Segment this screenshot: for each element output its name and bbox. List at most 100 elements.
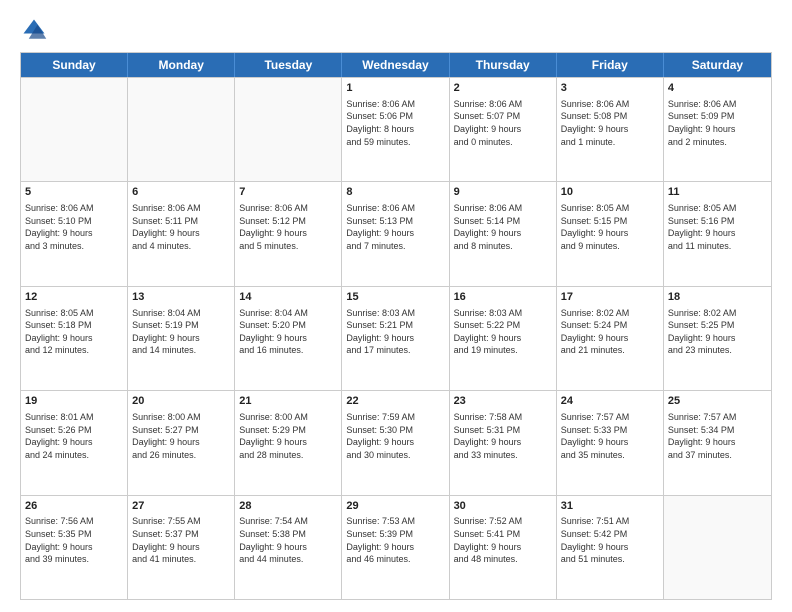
day-number: 4	[668, 81, 767, 96]
calendar-cell: 27Sunrise: 7:55 AMSunset: 5:37 PMDayligh…	[128, 496, 235, 599]
cell-info: Sunrise: 8:00 AMSunset: 5:27 PMDaylight:…	[132, 411, 230, 461]
calendar-cell: 3 Sunrise: 8:06 AMSunset: 5:08 PMDaylight…	[557, 78, 664, 181]
weekday-header-sunday: Sunday	[21, 53, 128, 77]
calendar-cell: 10 Sunrise: 8:05 AMSunset: 5:15 PMDayligh…	[557, 182, 664, 285]
calendar-cell	[235, 78, 342, 181]
day-number: 12	[25, 290, 123, 305]
day-number: 11	[668, 185, 767, 200]
calendar-cell	[664, 496, 771, 599]
day-number: 18	[668, 290, 767, 305]
day-number: 26	[25, 499, 123, 514]
day-number: 25	[668, 394, 767, 409]
calendar-cell: 23 Sunrise: 7:58 AMSunset: 5:31 PMDayligh…	[450, 391, 557, 494]
cell-info: Sunrise: 8:06 AMSunset: 5:06 PMDaylight:…	[346, 98, 444, 148]
day-number: 1	[346, 81, 444, 96]
day-number: 24	[561, 394, 659, 409]
calendar-cell: 13 Sunrise: 8:04 AMSunset: 5:19 PMDayligh…	[128, 287, 235, 390]
calendar-row-3: 19 Sunrise: 8:01 AMSunset: 5:26 PMDayligh…	[21, 390, 771, 494]
day-number: 2	[454, 81, 552, 96]
day-number: 29	[346, 499, 444, 514]
cell-info: Sunrise: 8:04 AMSunset: 5:20 PMDaylight:…	[239, 307, 337, 357]
calendar-cell: 5 Sunrise: 8:06 AMSunset: 5:10 PMDaylight…	[21, 182, 128, 285]
cell-info: Sunrise: 8:05 AMSunset: 5:15 PMDaylight:…	[561, 202, 659, 252]
weekday-header-tuesday: Tuesday	[235, 53, 342, 77]
cell-info: Sunrise: 8:06 AMSunset: 5:14 PMDaylight:…	[454, 202, 552, 252]
calendar-cell: 9 Sunrise: 8:06 AMSunset: 5:14 PMDaylight…	[450, 182, 557, 285]
cell-info: Sunrise: 7:53 AMSunset: 5:39 PMDaylight:…	[346, 515, 444, 565]
cell-info: Sunrise: 7:57 AMSunset: 5:33 PMDaylight:…	[561, 411, 659, 461]
weekday-header-friday: Friday	[557, 53, 664, 77]
day-number: 20	[132, 394, 230, 409]
cell-info: Sunrise: 8:01 AMSunset: 5:26 PMDaylight:…	[25, 411, 123, 461]
day-number: 30	[454, 499, 552, 514]
weekday-header-monday: Monday	[128, 53, 235, 77]
cell-info: Sunrise: 7:52 AMSunset: 5:41 PMDaylight:…	[454, 515, 552, 565]
calendar-cell: 11 Sunrise: 8:05 AMSunset: 5:16 PMDayligh…	[664, 182, 771, 285]
cell-info: Sunrise: 7:54 AMSunset: 5:38 PMDaylight:…	[239, 515, 337, 565]
day-number: 21	[239, 394, 337, 409]
calendar: SundayMondayTuesdayWednesdayThursdayFrid…	[20, 52, 772, 600]
day-number: 6	[132, 185, 230, 200]
day-number: 7	[239, 185, 337, 200]
day-number: 3	[561, 81, 659, 96]
cell-info: Sunrise: 8:02 AMSunset: 5:25 PMDaylight:…	[668, 307, 767, 357]
calendar-header-row: SundayMondayTuesdayWednesdayThursdayFrid…	[21, 53, 771, 77]
calendar-cell	[128, 78, 235, 181]
calendar-body: 1 Sunrise: 8:06 AMSunset: 5:06 PMDaylight…	[21, 77, 771, 599]
day-number: 19	[25, 394, 123, 409]
day-number: 23	[454, 394, 552, 409]
cell-info: Sunrise: 7:58 AMSunset: 5:31 PMDaylight:…	[454, 411, 552, 461]
calendar-row-4: 26Sunrise: 7:56 AMSunset: 5:35 PMDayligh…	[21, 495, 771, 599]
day-number: 15	[346, 290, 444, 305]
cell-info: Sunrise: 7:56 AMSunset: 5:35 PMDaylight:…	[25, 515, 123, 565]
calendar-cell: 1 Sunrise: 8:06 AMSunset: 5:06 PMDaylight…	[342, 78, 449, 181]
day-number: 9	[454, 185, 552, 200]
weekday-header-saturday: Saturday	[664, 53, 771, 77]
day-number: 14	[239, 290, 337, 305]
cell-info: Sunrise: 8:05 AMSunset: 5:16 PMDaylight:…	[668, 202, 767, 252]
calendar-cell: 19 Sunrise: 8:01 AMSunset: 5:26 PMDayligh…	[21, 391, 128, 494]
calendar-row-0: 1 Sunrise: 8:06 AMSunset: 5:06 PMDaylight…	[21, 77, 771, 181]
calendar-cell	[21, 78, 128, 181]
calendar-cell: 8 Sunrise: 8:06 AMSunset: 5:13 PMDaylight…	[342, 182, 449, 285]
cell-info: Sunrise: 8:06 AMSunset: 5:12 PMDaylight:…	[239, 202, 337, 252]
cell-info: Sunrise: 8:06 AMSunset: 5:08 PMDaylight:…	[561, 98, 659, 148]
day-number: 8	[346, 185, 444, 200]
cell-info: Sunrise: 7:57 AMSunset: 5:34 PMDaylight:…	[668, 411, 767, 461]
calendar-cell: 2 Sunrise: 8:06 AMSunset: 5:07 PMDaylight…	[450, 78, 557, 181]
calendar-cell: 7 Sunrise: 8:06 AMSunset: 5:12 PMDaylight…	[235, 182, 342, 285]
cell-info: Sunrise: 8:00 AMSunset: 5:29 PMDaylight:…	[239, 411, 337, 461]
day-number: 10	[561, 185, 659, 200]
day-number: 22	[346, 394, 444, 409]
day-number: 31	[561, 499, 659, 514]
calendar-cell: 17 Sunrise: 8:02 AMSunset: 5:24 PMDayligh…	[557, 287, 664, 390]
calendar-cell: 30Sunrise: 7:52 AMSunset: 5:41 PMDayligh…	[450, 496, 557, 599]
calendar-cell: 15Sunrise: 8:03 AMSunset: 5:21 PMDayligh…	[342, 287, 449, 390]
day-number: 27	[132, 499, 230, 514]
cell-info: Sunrise: 8:06 AMSunset: 5:07 PMDaylight:…	[454, 98, 552, 148]
calendar-row-2: 12 Sunrise: 8:05 AMSunset: 5:18 PMDayligh…	[21, 286, 771, 390]
day-number: 28	[239, 499, 337, 514]
day-number: 13	[132, 290, 230, 305]
cell-info: Sunrise: 7:51 AMSunset: 5:42 PMDaylight:…	[561, 515, 659, 565]
cell-info: Sunrise: 8:06 AMSunset: 5:10 PMDaylight:…	[25, 202, 123, 252]
calendar-cell: 22Sunrise: 7:59 AMSunset: 5:30 PMDayligh…	[342, 391, 449, 494]
weekday-header-wednesday: Wednesday	[342, 53, 449, 77]
cell-info: Sunrise: 8:03 AMSunset: 5:22 PMDaylight:…	[454, 307, 552, 357]
calendar-cell: 25 Sunrise: 7:57 AMSunset: 5:34 PMDayligh…	[664, 391, 771, 494]
cell-info: Sunrise: 8:06 AMSunset: 5:09 PMDaylight:…	[668, 98, 767, 148]
cell-info: Sunrise: 8:05 AMSunset: 5:18 PMDaylight:…	[25, 307, 123, 357]
cell-info: Sunrise: 8:04 AMSunset: 5:19 PMDaylight:…	[132, 307, 230, 357]
cell-info: Sunrise: 7:55 AMSunset: 5:37 PMDaylight:…	[132, 515, 230, 565]
cell-info: Sunrise: 8:06 AMSunset: 5:13 PMDaylight:…	[346, 202, 444, 252]
page: SundayMondayTuesdayWednesdayThursdayFrid…	[0, 0, 792, 612]
cell-info: Sunrise: 8:02 AMSunset: 5:24 PMDaylight:…	[561, 307, 659, 357]
calendar-cell: 4 Sunrise: 8:06 AMSunset: 5:09 PMDaylight…	[664, 78, 771, 181]
header	[20, 16, 772, 44]
logo-icon	[20, 16, 48, 44]
calendar-cell: 14 Sunrise: 8:04 AMSunset: 5:20 PMDayligh…	[235, 287, 342, 390]
day-number: 5	[25, 185, 123, 200]
day-number: 16	[454, 290, 552, 305]
day-number: 17	[561, 290, 659, 305]
logo	[20, 16, 52, 44]
